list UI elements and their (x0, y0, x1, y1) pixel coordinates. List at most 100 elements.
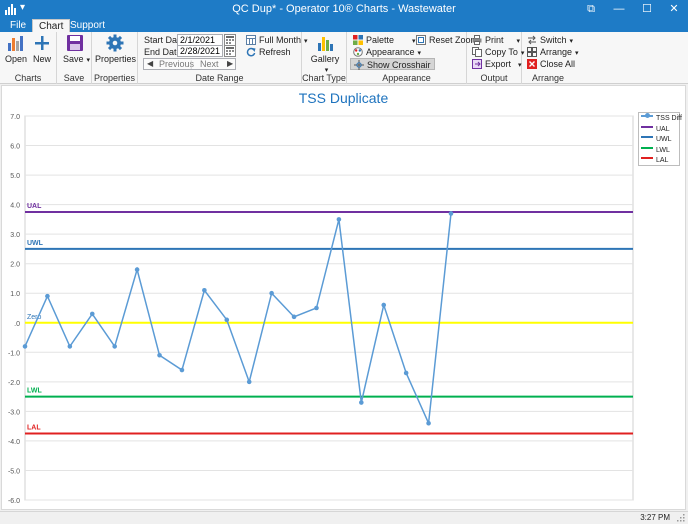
data-point (45, 293, 50, 299)
control-line-label-ual: UAL (27, 203, 42, 210)
new-button[interactable]: New (31, 34, 53, 64)
y-tick-label: 4.0 (10, 203, 20, 210)
data-point (224, 317, 230, 323)
export-icon (472, 59, 482, 69)
previous-arrow-icon[interactable]: ◀ (147, 59, 153, 69)
data-point (426, 420, 431, 426)
chart-area[interactable]: TSS Duplicate 7.0 6.0 5.0 4.0 3.0 2.0 1.0.0 -1.… (1, 85, 686, 510)
period-dropdown[interactable]: Full Month ▾ (246, 34, 308, 46)
next-arrow-icon[interactable]: ▶ (227, 59, 233, 69)
resize-grip-icon[interactable] (677, 514, 685, 522)
control-line-label-uwl: UWL (27, 240, 44, 247)
group-charts: Open New Charts (0, 32, 57, 84)
data-point (67, 344, 73, 349)
data-point (202, 287, 207, 293)
qc-line-chart[interactable]: 7.0 6.0 5.0 4.0 3.0 2.0 1.0 .0 -1.0 -2.0 -3.0 -4.0 -… (2, 86, 687, 511)
switch-dropdown[interactable]: Switch ▾ (527, 34, 573, 46)
refresh-button[interactable]: Refresh (246, 46, 291, 58)
plus-icon (35, 36, 49, 50)
minimize-button[interactable]: — (605, 0, 633, 19)
appearance-dropdown-arrow-icon: ▾ (417, 50, 422, 57)
data-point (89, 311, 95, 317)
save-button[interactable]: Save ▾ (63, 34, 90, 64)
copy-icon (472, 47, 482, 57)
legend-swatch (641, 146, 653, 149)
group-label-save: Save (63, 73, 85, 83)
ribbon-tabs: File Chart Support (0, 19, 688, 32)
legend-item-ual: UAL (641, 125, 670, 135)
ribbon: Open New Charts Save ▾ Save Properties P… (0, 32, 688, 84)
group-label-date-range: Date Range (195, 73, 244, 83)
tab-support[interactable]: Support (64, 19, 111, 32)
data-point (403, 370, 409, 376)
legend-label: LWL (656, 146, 670, 154)
group-label-output: Output (480, 73, 508, 83)
maximize-button[interactable]: ☐ (633, 0, 661, 19)
export-dropdown[interactable]: Export ▾ (472, 58, 522, 70)
control-line-label-lwl: LWL (27, 388, 42, 395)
legend-label: UAL (656, 125, 670, 133)
open-chart-icon (8, 36, 23, 51)
switch-dropdown-arrow-icon: ▾ (569, 38, 574, 45)
properties-button[interactable]: Properties (95, 34, 136, 64)
calendar-grid-icon (246, 35, 256, 45)
y-tick-label: -1.0 (8, 350, 20, 357)
palette-dropdown[interactable]: Palette ▾ (353, 34, 416, 46)
date-navigator: ◀ Previous | Next ▶ (143, 58, 236, 70)
navigator-divider: | (190, 59, 193, 69)
switch-windows-icon (528, 35, 536, 45)
open-button[interactable]: Open (4, 34, 28, 64)
legend-item-uwl: UWL (641, 135, 672, 145)
data-point (336, 217, 342, 222)
gallery-button[interactable]: Gallery ▾ (308, 34, 342, 74)
show-crosshair-toggle[interactable]: Show Crosshair (350, 58, 435, 70)
data-point (381, 302, 387, 308)
status-time: 3:27 PM (640, 513, 670, 522)
copy-to-dropdown[interactable]: Copy To ▾ (472, 46, 524, 58)
data-point (291, 314, 297, 320)
appearance-icon (353, 47, 363, 57)
refresh-icon (246, 47, 256, 57)
next-button[interactable]: Next (200, 59, 219, 69)
print-dropdown-arrow-icon: ▾ (516, 38, 521, 45)
title-bar: ▾ QC Dup* - Operator 10® Charts - Wastew… (0, 0, 688, 19)
data-point (314, 305, 319, 311)
group-appearance: Palette ▾ Appearance ▾ Show Crosshair Rese… (347, 32, 478, 84)
group-arrange: Switch ▾ Arrange ▾ Close All Arrange (522, 32, 579, 84)
y-tick-label: -2.0 (8, 380, 20, 387)
group-label-properties: Properties (93, 73, 136, 83)
previous-button[interactable]: Previous (159, 59, 194, 69)
y-tick-label: -5.0 (8, 468, 20, 475)
chart-legend: TSS Diff UAL UWL LWL LAL (638, 112, 682, 166)
legend-label: LAL (656, 157, 669, 164)
end-date-input[interactable] (177, 45, 223, 57)
data-point (112, 344, 117, 349)
group-label-arrange: Arrange (531, 73, 565, 83)
close-all-button[interactable]: Close All (527, 58, 575, 70)
group-save: Save ▾ Save (57, 32, 92, 84)
legend-item-lwl: LWL (641, 146, 670, 156)
y-tick-label: -3.0 (8, 409, 20, 416)
close-button[interactable]: ✕ (660, 0, 688, 19)
pin-icon[interactable]: ⧉ (577, 0, 605, 19)
legend-swatch (641, 157, 653, 159)
legend-marker (645, 113, 650, 118)
appearance-dropdown[interactable]: Appearance ▾ (353, 46, 421, 58)
close-all-icon (527, 59, 537, 69)
control-line-label-lal: LAL (27, 425, 41, 432)
palette-icon (353, 35, 363, 45)
tab-file[interactable]: File (4, 19, 32, 32)
legend-label: UWL (656, 136, 672, 143)
y-tick-label: 3.0 (10, 232, 20, 239)
group-properties: Properties Properties (92, 32, 138, 84)
save-dropdown-arrow-icon: ▾ (86, 57, 91, 64)
legend-swatch (641, 136, 653, 138)
arrange-dropdown[interactable]: Arrange ▾ (527, 46, 579, 58)
data-point (22, 344, 28, 349)
end-date-calendar-icon[interactable] (224, 45, 236, 57)
arrange-dropdown-arrow-icon: ▾ (575, 50, 579, 57)
print-dropdown[interactable]: Print ▾ (472, 34, 520, 46)
y-tick-label: -4.0 (8, 439, 20, 446)
data-point (269, 290, 274, 296)
group-label-appearance: Appearance (382, 73, 431, 83)
